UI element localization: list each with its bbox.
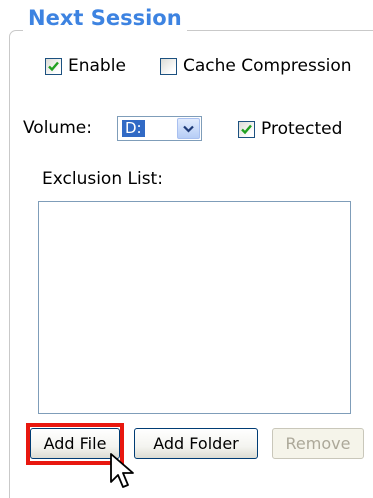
dropdown-button[interactable] xyxy=(177,118,200,139)
enable-label: Enable xyxy=(68,56,126,76)
cache-compression-label: Cache Compression xyxy=(183,56,352,76)
enable-option[interactable]: Enable xyxy=(45,55,126,77)
exclusion-list-box[interactable] xyxy=(38,201,351,414)
checkmark-icon xyxy=(241,124,252,134)
volume-selected-value: D: xyxy=(122,120,145,137)
exclusion-list-label: Exclusion List: xyxy=(42,169,163,189)
enable-checkbox[interactable] xyxy=(45,57,62,75)
arrow-pointer-icon xyxy=(110,453,134,488)
volume-label: Volume: xyxy=(23,118,92,138)
volume-dropdown[interactable]: D: xyxy=(117,116,202,141)
cache-compression-checkbox[interactable] xyxy=(160,57,177,75)
remove-button[interactable]: Remove xyxy=(272,428,364,459)
protected-checkbox[interactable] xyxy=(238,120,255,138)
add-folder-button[interactable]: Add Folder xyxy=(134,428,258,459)
checkmark-icon xyxy=(48,61,59,71)
protected-option[interactable]: Protected xyxy=(238,118,342,140)
cache-compression-option[interactable]: Cache Compression xyxy=(160,55,352,77)
chevron-down-icon xyxy=(183,125,194,133)
protected-label: Protected xyxy=(261,119,343,139)
next-session-panel: Next Session Enable Cache Compression Vo… xyxy=(0,0,373,498)
group-title: Next Session xyxy=(23,3,187,33)
